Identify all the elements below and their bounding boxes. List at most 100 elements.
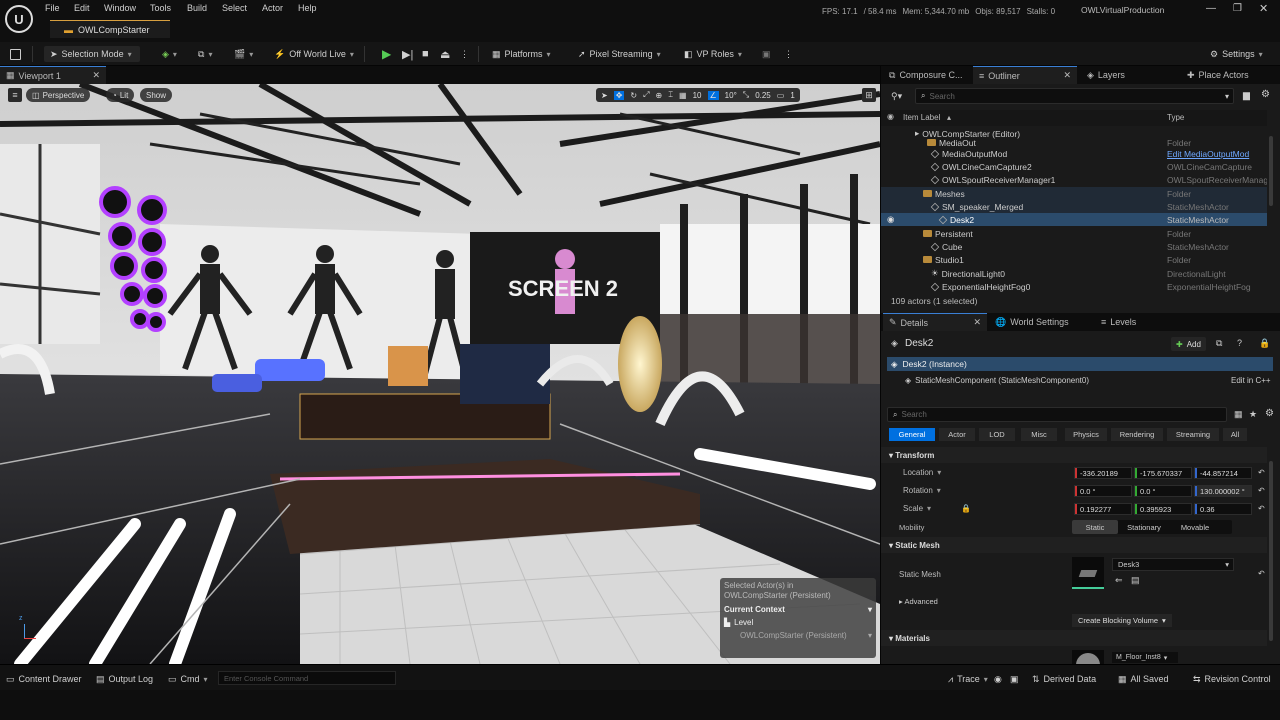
material-thumbnail[interactable] (1072, 650, 1104, 664)
details-settings-icon[interactable]: ⚙ (1265, 408, 1274, 419)
rotation-z-field[interactable]: 130.000002 ° (1194, 485, 1252, 497)
platforms-dropdown[interactable]: ▦ Platforms ▾ (492, 46, 551, 62)
col-item-label[interactable]: Item Label (903, 113, 940, 122)
blueprint-button[interactable]: ⧉ ▾ (198, 46, 212, 62)
material-picker[interactable]: M_Floor_Inst8 ▾ (1112, 652, 1178, 663)
create-blocking-volume-dropdown[interactable]: Create Blocking Volume ▾ (1072, 614, 1172, 627)
outliner-row-type[interactable]: Edit MediaOutputMod (1167, 149, 1249, 159)
selection-mode-dropdown[interactable]: ➤ Selection Mode ▾ (44, 46, 140, 62)
derived-data-button[interactable]: ⇅ Derived Data (1032, 671, 1096, 687)
location-y-field[interactable]: -175.670337 (1134, 467, 1192, 479)
tab-close-icon[interactable]: ✕ (92, 70, 100, 81)
reset-location-icon[interactable]: ↶ (1258, 468, 1265, 477)
cmd-dropdown[interactable]: ▭ Cmd ▾ (168, 671, 208, 687)
pixel-streaming-dropdown[interactable]: ➚ Pixel Streaming ▾ (578, 46, 661, 62)
folder-add-icon[interactable]: ▆ (1243, 90, 1250, 101)
outliner-row[interactable]: Meshes Folder (881, 187, 1267, 200)
grid-snap-icon[interactable]: ▦ (679, 91, 687, 100)
mobility-movable[interactable]: Movable (1170, 520, 1220, 534)
unreal-logo-icon[interactable]: U (5, 5, 33, 33)
visibility-eye-icon[interactable]: ◉ (887, 112, 894, 121)
minimize-icon[interactable]: — (1206, 3, 1216, 14)
outliner-settings-icon[interactable]: ⚙ (1261, 89, 1270, 100)
scale-y-field[interactable]: 0.395923 (1134, 503, 1192, 515)
scale-tool-icon[interactable]: ⤢ (643, 90, 649, 100)
rotation-snap-value[interactable]: 10° (725, 91, 737, 100)
level-value-row[interactable]: OWLCompStarter (Persistent) ▾ (724, 631, 872, 640)
maximize-viewport-icon[interactable]: ⊞ (862, 88, 876, 102)
screenshot-icon[interactable]: ▣ (1010, 671, 1019, 687)
lock-icon[interactable]: 🔒 (1259, 338, 1270, 349)
col-type[interactable]: Type (1167, 113, 1184, 122)
play-options-icon[interactable]: ⋮ (460, 46, 469, 62)
filter-tab-actor[interactable]: Actor (939, 428, 975, 441)
outliner-row[interactable]: ExponentialHeightFog0 ExponentialHeightFo… (881, 280, 1267, 292)
transform-category[interactable]: ▾ Transform (881, 447, 1267, 463)
filter-tab-physics[interactable]: Physics (1065, 428, 1107, 441)
advanced-row[interactable]: ▸ Advanced (899, 597, 938, 606)
outliner-search-box[interactable]: ⌕ Search ▾ (915, 88, 1234, 104)
rotation-x-field[interactable]: 0.0 ° (1074, 485, 1132, 497)
level-row[interactable]: ▙ Level (724, 618, 872, 627)
camera-speed-icon[interactable]: ▭ (777, 91, 785, 100)
tab-layers[interactable]: ◈ Layers (1081, 66, 1131, 84)
static-mesh-picker[interactable]: Desk3 ▾ (1112, 558, 1234, 571)
outliner-row[interactable]: Persistent Folder (881, 227, 1267, 240)
project-tab[interactable]: ▬ OWLCompStarter (50, 20, 170, 38)
edit-in-cpp-link[interactable]: Edit in C++ (1231, 376, 1271, 385)
camera-speed-value[interactable]: 1 (790, 91, 794, 100)
menu-tools[interactable]: Tools (150, 3, 171, 13)
more-options-icon[interactable]: ⋮ (784, 46, 793, 62)
settings-button[interactable]: ⚙ Settings ▾ (1210, 46, 1263, 62)
menu-window[interactable]: Window (104, 3, 136, 13)
step-icon[interactable]: ▶| (402, 46, 413, 62)
component-row[interactable]: ◈ StaticMeshComponent (StaticMeshComponen… (905, 374, 1265, 387)
location-x-field[interactable]: -336.20189 (1074, 467, 1132, 479)
all-saved-button[interactable]: ▦ All Saved (1118, 671, 1169, 687)
trace-button[interactable]: ⩘ Trace ▾ (948, 671, 988, 687)
details-scrollbar[interactable] (1269, 461, 1273, 641)
scale-snap-icon[interactable]: ⤡ (743, 90, 749, 100)
world-live-dropdown[interactable]: ⚡ Off World Live ▾ (274, 46, 354, 62)
outliner-row[interactable]: Cube StaticMeshActor (881, 240, 1267, 253)
output-log-button[interactable]: ▤ Output Log (96, 671, 153, 687)
location-dropdown[interactable]: Location ▾ (903, 468, 941, 477)
location-z-field[interactable]: -44.857214 (1194, 467, 1252, 479)
scale-lock-icon[interactable]: 🔒 (961, 504, 971, 513)
lit-button[interactable]: ◔ Lit (106, 88, 135, 102)
tab-details[interactable]: ✎ Details ✕ (883, 313, 987, 331)
static-mesh-category[interactable]: ▾ Static Mesh (881, 537, 1267, 553)
rotation-dropdown[interactable]: Rotation ▾ (903, 486, 941, 495)
outliner-row[interactable]: OWLSpoutReceiverManager1 OWLSpoutReceiver… (881, 173, 1267, 186)
filter-icon[interactable]: ⚲▾ (891, 91, 902, 102)
menu-select[interactable]: Select (222, 3, 247, 13)
play-icon[interactable]: ▶ (382, 46, 391, 62)
filter-tab-streaming[interactable]: Streaming (1167, 428, 1219, 441)
vp-roles-dropdown[interactable]: ◧ VP Roles ▾ (684, 46, 742, 62)
save-icon[interactable] (10, 46, 21, 62)
rotation-y-field[interactable]: 0.0 ° (1134, 485, 1192, 497)
console-input[interactable]: Enter Console Command (218, 671, 396, 685)
grid-snap-value[interactable]: 10 (693, 91, 702, 100)
help-icon[interactable]: ? (1237, 338, 1242, 348)
blueprint-icon[interactable]: ⧉ (1216, 338, 1222, 349)
show-button[interactable]: Show (140, 88, 173, 102)
rotation-snap-icon[interactable]: ∠ (707, 90, 719, 100)
reset-scale-icon[interactable]: ↶ (1258, 504, 1265, 513)
actor-name[interactable]: Desk2 (905, 338, 933, 349)
details-search-box[interactable]: ⌕ Search (887, 407, 1227, 422)
eject-icon[interactable]: ⏏ (440, 46, 450, 62)
tab-close-icon[interactable]: ✕ (973, 317, 981, 328)
outliner-row[interactable]: OWLCineCamCapture2 OWLCineCamCapture (881, 160, 1267, 173)
outliner-scrollbar[interactable] (1269, 136, 1273, 206)
stop-icon[interactable]: ■ (422, 46, 429, 62)
content-drawer-button[interactable]: ▭ Content Drawer (6, 671, 82, 687)
outliner-row[interactable]: ☀ DirectionalLight0 DirectionalLight (881, 267, 1267, 280)
perspective-button[interactable]: ◫ Perspective (26, 88, 91, 102)
tab-viewport[interactable]: ▦ Viewport 1 ✕ (0, 66, 106, 84)
reset-rotation-icon[interactable]: ↶ (1258, 486, 1265, 495)
menu-build[interactable]: Build (187, 3, 207, 13)
add-component-button[interactable]: ✚ Add (1171, 337, 1206, 351)
select-tool-icon[interactable]: ➤ (601, 91, 608, 100)
world-space-icon[interactable]: ⊕ (656, 91, 663, 100)
